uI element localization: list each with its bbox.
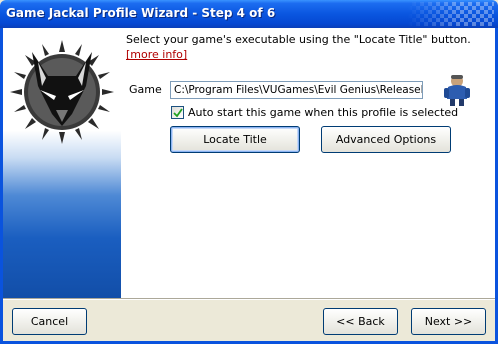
auto-start-label[interactable]: Auto start this game when this profile i…	[188, 106, 458, 119]
auto-start-checkbox[interactable]	[171, 106, 184, 119]
more-info-link[interactable]: [more info]	[126, 48, 187, 61]
game-label: Game	[129, 83, 162, 96]
checkmark-icon	[173, 108, 183, 118]
title-bar[interactable]: Game Jackal Profile Wizard - Step 4 of 6	[0, 0, 498, 28]
wizard-window: Game Jackal Profile Wizard - Step 4 of 6	[0, 0, 498, 344]
side-banner	[3, 28, 121, 298]
next-button[interactable]: Next >>	[411, 308, 486, 335]
locate-title-button[interactable]: Locate Title	[170, 126, 300, 153]
instruction-text: Select your game's executable using the …	[126, 33, 471, 46]
back-button[interactable]: << Back	[323, 308, 398, 335]
game-character-icon	[444, 75, 470, 106]
window-title: Game Jackal Profile Wizard - Step 4 of 6	[6, 6, 276, 20]
title-bar-pattern	[408, 2, 494, 26]
advanced-options-button[interactable]: Advanced Options	[321, 126, 451, 153]
cancel-button[interactable]: Cancel	[12, 308, 87, 335]
wizard-content	[3, 28, 495, 298]
fox-head-logo-icon	[10, 40, 114, 144]
game-path-field[interactable]: C:\Program Files\VUGames\Evil Genius\Rel…	[170, 81, 423, 99]
